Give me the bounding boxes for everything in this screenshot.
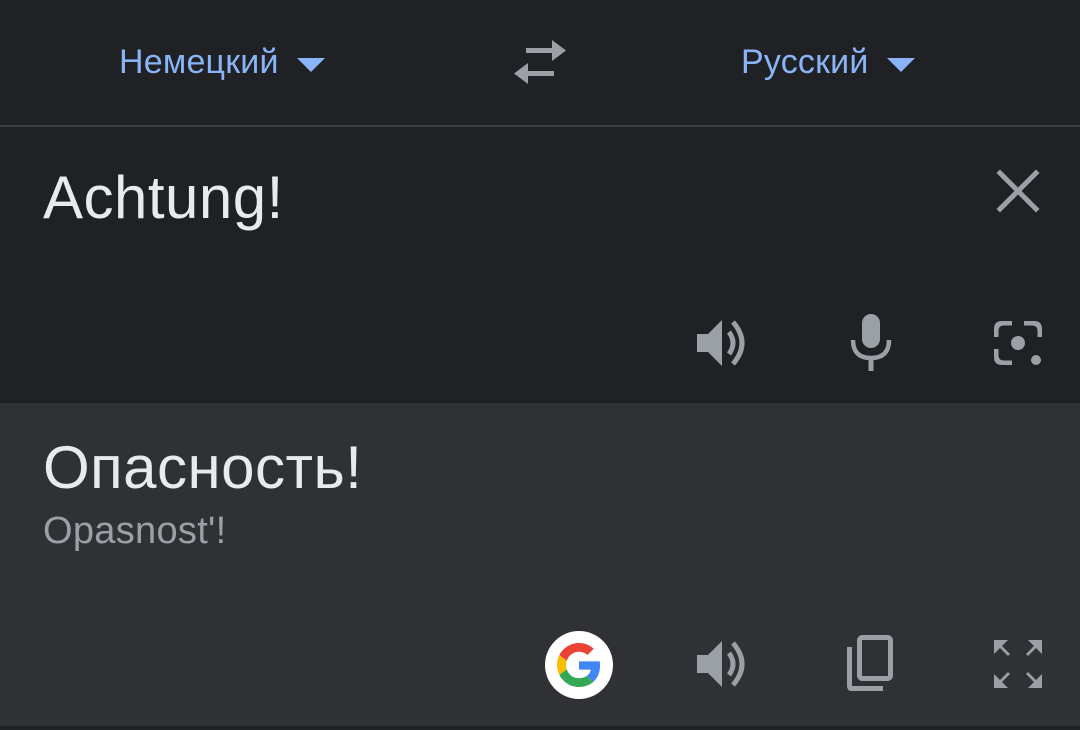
target-language-label: Русский bbox=[741, 42, 869, 81]
target-language-selector[interactable]: Русский bbox=[741, 38, 915, 86]
google-search-button[interactable] bbox=[545, 631, 613, 699]
output-panel: Опасность! Opasnost'! bbox=[0, 403, 1080, 726]
translation-text: Опасность! bbox=[43, 434, 363, 501]
input-panel: Achtung! bbox=[0, 127, 1080, 403]
dropdown-arrow-icon bbox=[886, 58, 915, 72]
voice-input-button[interactable] bbox=[839, 311, 903, 375]
copy-icon bbox=[847, 635, 893, 691]
google-logo-icon bbox=[557, 643, 601, 687]
fullscreen-icon bbox=[994, 640, 1042, 688]
clear-input-button[interactable] bbox=[990, 163, 1046, 219]
microphone-icon bbox=[850, 314, 892, 371]
camera-translate-button[interactable] bbox=[986, 311, 1050, 375]
copy-translation-button[interactable] bbox=[838, 632, 902, 696]
source-text-input[interactable]: Achtung! bbox=[43, 163, 284, 233]
dropdown-arrow-icon bbox=[296, 58, 325, 72]
divider bbox=[0, 726, 1080, 730]
fullscreen-button[interactable] bbox=[986, 632, 1050, 696]
swap-arrows-icon bbox=[514, 40, 566, 84]
language-bar: Немецкий Русский bbox=[0, 0, 1080, 125]
listen-translation-button[interactable] bbox=[691, 632, 755, 696]
translate-app: Немецкий Русский Achtung! Опасность! Opa… bbox=[0, 0, 1080, 730]
close-icon bbox=[996, 169, 1040, 213]
source-language-label: Немецкий bbox=[119, 42, 279, 81]
listen-source-button[interactable] bbox=[691, 311, 755, 375]
swap-languages-button[interactable] bbox=[510, 36, 570, 88]
camera-icon bbox=[994, 321, 1042, 365]
source-language-selector[interactable]: Немецкий bbox=[119, 38, 325, 86]
transliteration-text: Opasnost'! bbox=[43, 510, 227, 552]
speaker-icon bbox=[697, 320, 745, 366]
speaker-icon bbox=[697, 641, 745, 687]
